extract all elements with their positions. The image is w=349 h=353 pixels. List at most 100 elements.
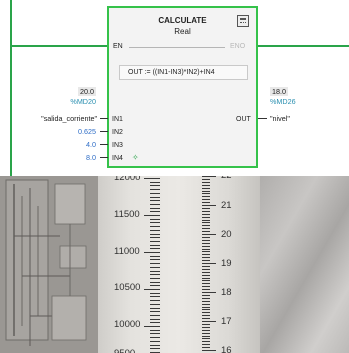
- left-scale-tick: [150, 344, 160, 346]
- left-scale-tick: [150, 233, 160, 235]
- right-scale-tick: [202, 265, 210, 267]
- out-address: %MD26: [270, 97, 296, 106]
- left-scale-label-10500: 10500: [114, 282, 141, 293]
- left-scale-tick: [144, 252, 160, 253]
- right-scale-tick: [202, 300, 210, 302]
- left-scale-tick: [150, 237, 160, 239]
- left-scale-tick: [150, 211, 160, 213]
- right-scale-tick: [202, 280, 210, 282]
- left-scale-tick: [150, 207, 160, 209]
- in4-value[interactable]: 8.0: [86, 153, 96, 162]
- calculator-icon[interactable]: [237, 15, 249, 27]
- right-scale-tick: [202, 344, 210, 346]
- left-scale-tick: [150, 259, 160, 261]
- metal-panel: [260, 176, 349, 353]
- right-scale-tick: [202, 248, 210, 250]
- right-rung-line: [258, 45, 349, 47]
- right-scale-tick: [202, 257, 210, 259]
- right-scale-tick: [202, 193, 210, 195]
- left-scale-label-11000: 11000: [114, 246, 140, 257]
- right-scale-tick: [202, 187, 210, 189]
- right-scale-tick: [202, 263, 216, 264]
- left-scale-tick: [150, 322, 160, 324]
- left-scale-tick: [150, 329, 160, 331]
- right-scale-tick: [202, 303, 210, 305]
- right-scale-tick: [202, 292, 216, 293]
- level-gauge-photo: 12000 11500 11000 10500 10000 9500 22 21…: [0, 176, 349, 353]
- in4-wire: [100, 157, 108, 158]
- left-scale-tick: [144, 289, 160, 290]
- left-scale-tick: [150, 307, 160, 309]
- left-scale-tick: [150, 189, 160, 191]
- add-input-icon[interactable]: ✧: [132, 153, 139, 162]
- right-scale-tick: [202, 199, 210, 201]
- left-scale-tick: [150, 274, 160, 276]
- left-scale-tick: [150, 314, 160, 316]
- right-scale-tick: [202, 329, 210, 331]
- in2-wire: [100, 131, 108, 132]
- right-scale-tick: [202, 332, 210, 334]
- right-scale-tick: [202, 335, 210, 337]
- left-scale-tick: [150, 218, 160, 220]
- left-scale-label-9500: 9500: [114, 348, 135, 353]
- left-scale-label-10000: 10000: [114, 319, 141, 330]
- left-scale-tick: [144, 326, 160, 327]
- right-scale-tick: [202, 228, 210, 230]
- circuit-board-background: [0, 176, 98, 353]
- out-tag[interactable]: "nivel": [270, 114, 290, 123]
- left-scale-tick: [150, 229, 160, 231]
- in1-pin-label: IN1: [112, 116, 123, 123]
- right-scale-tick: [202, 306, 210, 308]
- left-rung-line: [10, 45, 107, 47]
- right-scale-tick: [202, 338, 210, 340]
- left-scale-tick: [150, 292, 160, 294]
- calculate-block[interactable]: CALCULATE Real EN ENO OUT := ((IN1-IN3)*…: [107, 6, 258, 168]
- right-scale-tick: [202, 176, 216, 177]
- right-scale-tick: [202, 309, 210, 311]
- left-scale-tick: [150, 340, 160, 342]
- right-scale-tick: [202, 222, 210, 224]
- right-scale-tick: [202, 326, 210, 328]
- left-scale-tick: [150, 222, 160, 224]
- in2-pin-label: IN2: [112, 129, 123, 136]
- right-scale-tick: [202, 181, 210, 183]
- right-scale-tick: [202, 283, 210, 285]
- left-scale-tick: [144, 215, 160, 216]
- right-scale-tick: [202, 286, 210, 288]
- in3-pin-label: IN3: [112, 142, 123, 149]
- left-scale-tick: [150, 300, 160, 302]
- left-scale-label-12000: 12000: [114, 176, 141, 183]
- ladder-editor: CALCULATE Real EN ENO OUT := ((IN1-IN3)*…: [0, 0, 349, 176]
- scale-plate: 12000 11500 11000 10500 10000 9500 22 21…: [98, 176, 284, 353]
- right-scale-label-19: 19: [221, 258, 232, 269]
- out-live-value: 18.0: [270, 87, 288, 96]
- right-scale-tick: [202, 245, 210, 247]
- left-scale-tick: [144, 178, 160, 179]
- right-scale-tick: [202, 205, 216, 206]
- en-internal-line: [129, 47, 225, 48]
- left-scale-tick: [150, 240, 160, 242]
- right-scale-tick: [202, 190, 210, 192]
- left-scale-label-11500: 11500: [114, 209, 140, 220]
- left-scale-tick: [150, 277, 160, 279]
- expression-box[interactable]: OUT := ((IN1-IN3)*IN2)+IN4: [119, 65, 248, 80]
- right-scale-tick: [202, 207, 210, 209]
- eno-pin-label: ENO: [230, 43, 246, 50]
- right-scale-tick: [202, 274, 210, 276]
- in3-value[interactable]: 4.0: [86, 140, 96, 149]
- right-scale-tick: [202, 347, 210, 349]
- in3-wire: [100, 144, 108, 145]
- right-scale-tick: [202, 234, 216, 235]
- left-power-rail: [10, 0, 12, 176]
- left-scale-tick: [150, 311, 160, 313]
- right-scale-tick: [202, 260, 210, 262]
- left-scale-tick: [150, 348, 160, 350]
- right-scale-tick: [202, 219, 210, 221]
- in2-value[interactable]: 0.625: [78, 127, 96, 136]
- out-pin-label: OUT: [236, 116, 251, 123]
- right-scale-tick: [202, 231, 210, 233]
- in1-tag[interactable]: "salida_corriente": [41, 114, 97, 123]
- right-scale-tick: [202, 236, 210, 238]
- left-scale-tick: [150, 281, 160, 283]
- block-type[interactable]: Real: [109, 27, 256, 36]
